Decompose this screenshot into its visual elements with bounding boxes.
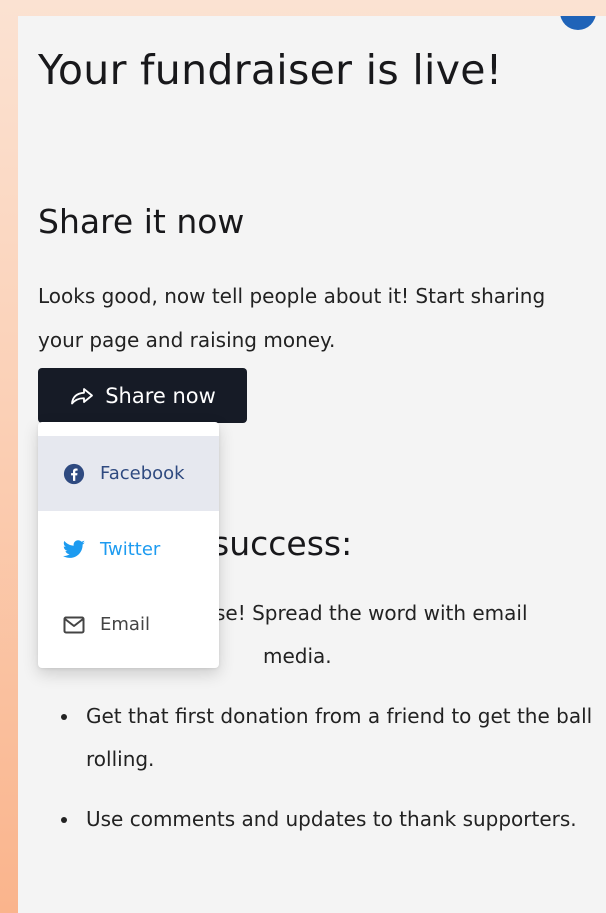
share-now-button[interactable]: Share now [38, 368, 247, 423]
share-menu-label: Email [100, 614, 150, 635]
share-menu-item-email[interactable]: Email [38, 587, 219, 662]
facebook-icon [62, 462, 86, 486]
share-menu-item-twitter[interactable]: Twitter [38, 512, 219, 587]
tips-heading: success: [212, 524, 353, 563]
twitter-icon [62, 538, 86, 562]
share-arrow-icon [71, 387, 94, 404]
share-heading: Share it now [38, 202, 245, 241]
share-menu-label: Facebook [100, 463, 185, 484]
list-item: Use comments and updates to thank suppor… [38, 798, 598, 841]
avatar[interactable] [560, 16, 596, 30]
share-menu: Facebook Twitter Email [38, 422, 219, 668]
share-description: Looks good, now tell people about it! St… [38, 284, 546, 352]
share-now-label: Share now [105, 383, 216, 408]
page-title: Your fundraiser is live! [38, 46, 503, 94]
share-menu-label: Twitter [100, 539, 161, 560]
share-menu-item-facebook[interactable]: Facebook [38, 436, 219, 511]
fundraiser-card: Your fundraiser is live! Share it now Lo… [18, 16, 606, 913]
list-item: Get that first donation from a friend to… [38, 695, 598, 781]
email-icon [62, 613, 86, 637]
